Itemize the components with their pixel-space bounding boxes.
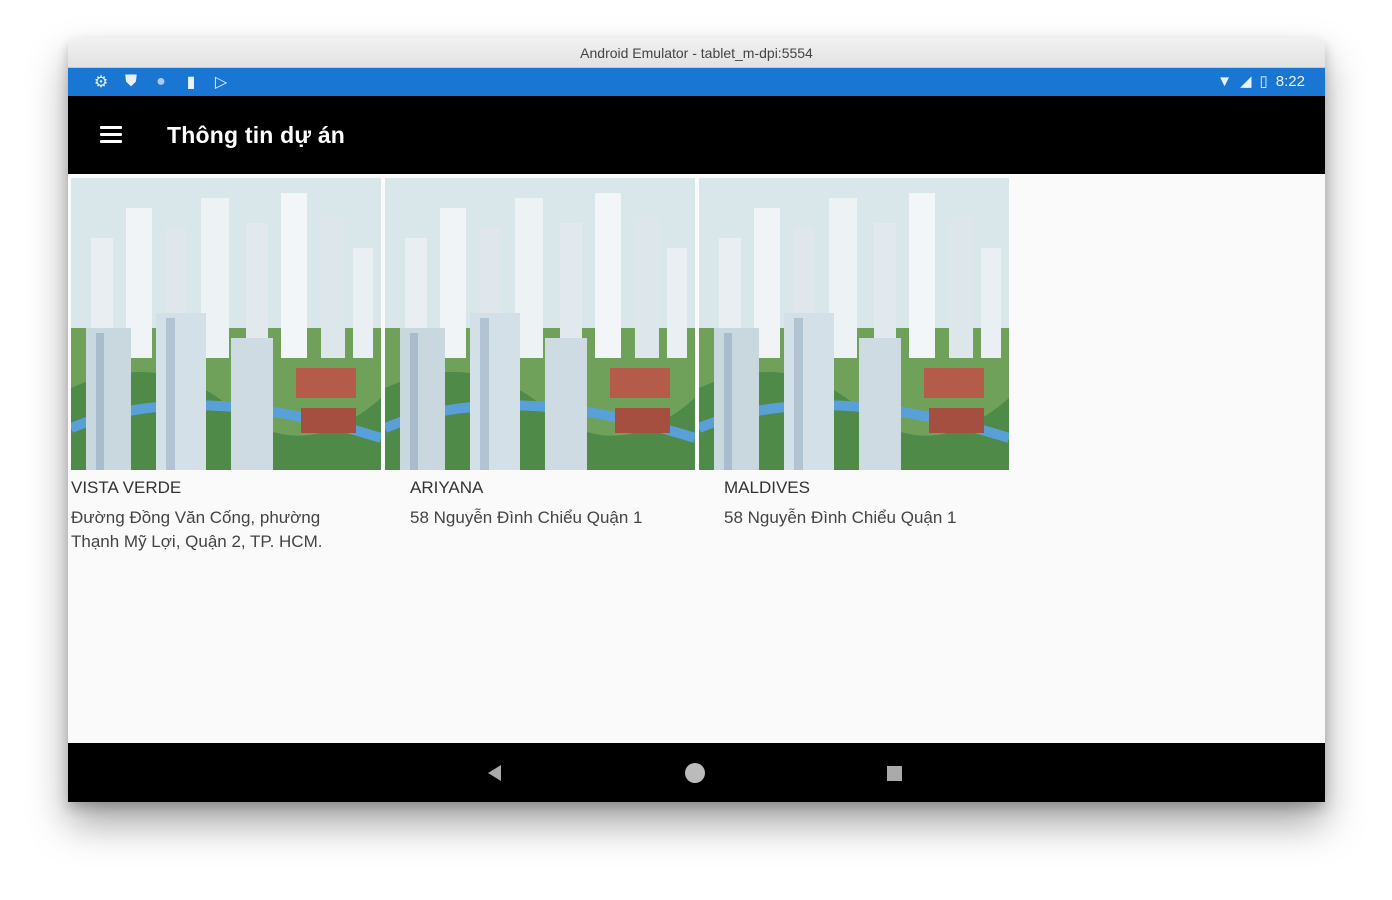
sd-card-icon: ▮ bbox=[186, 74, 196, 91]
project-grid: VISTA VERDE Đường Đồng Văn Cống, phường … bbox=[68, 174, 1325, 743]
window-titlebar: Android Emulator - tablet_m-dpi:5554 bbox=[68, 38, 1325, 68]
window-title: Android Emulator - tablet_m-dpi:5554 bbox=[580, 44, 813, 61]
project-address: 58 Nguyễn Đình Chiểu Quận 1 bbox=[724, 508, 957, 527]
project-address: Đường Đồng Văn Cống, phường Thạnh Mỹ Lợi… bbox=[71, 508, 323, 551]
back-icon[interactable] bbox=[488, 765, 501, 781]
hamburger-menu-icon[interactable] bbox=[96, 122, 126, 148]
status-time: 8:22 bbox=[1275, 72, 1305, 90]
project-name: VISTA VERDE bbox=[71, 478, 182, 497]
project-address: 58 Nguyễn Đình Chiểu Quận 1 bbox=[410, 508, 643, 527]
signal-icon: ◢ bbox=[1239, 73, 1252, 90]
wifi-icon: ▼ bbox=[1217, 72, 1232, 90]
project-name: ARIYANA bbox=[410, 478, 484, 497]
project-name: MALDIVES bbox=[724, 478, 810, 497]
settings-icon: ⚙ bbox=[93, 74, 109, 91]
android-nav-bar bbox=[68, 743, 1325, 802]
app-toolbar: Thông tin dự án bbox=[68, 96, 1325, 174]
circle-icon: ● bbox=[156, 73, 166, 90]
project-image bbox=[385, 178, 695, 470]
battery-icon: ▯ bbox=[1259, 73, 1268, 90]
emulator-window: Android Emulator - tablet_m-dpi:5554 ⚙ ⛊… bbox=[68, 38, 1325, 802]
android-status-bar: ⚙ ⛊ ● ▮ ▷ ▼ ◢ ▯ 8:22 bbox=[68, 68, 1325, 96]
page-title: Thông tin dự án bbox=[167, 122, 346, 148]
project-image bbox=[71, 178, 381, 470]
home-icon[interactable] bbox=[685, 763, 705, 783]
project-card-vista-verde[interactable]: VISTA VERDE Đường Đồng Văn Cống, phường … bbox=[71, 178, 383, 551]
project-image bbox=[699, 178, 1009, 470]
shield-icon: ⛊ bbox=[124, 73, 137, 90]
project-card-ariyana[interactable]: ARIYANA 58 Nguyễn Đình Chiểu Quận 1 bbox=[385, 178, 697, 527]
project-card-maldives[interactable]: MALDIVES 58 Nguyễn Đình Chiểu Quận 1 bbox=[699, 178, 1011, 527]
recent-apps-icon[interactable] bbox=[887, 766, 902, 781]
play-store-icon: ▷ bbox=[214, 74, 228, 91]
